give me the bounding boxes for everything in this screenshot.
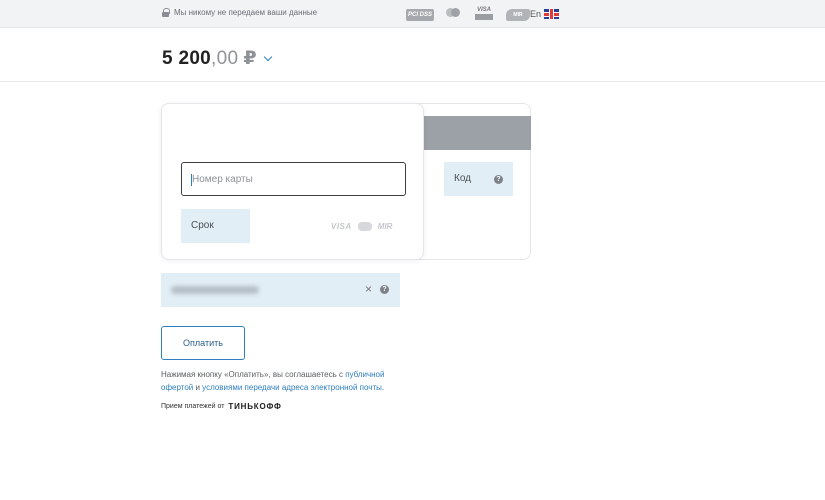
payment-amount[interactable]: 5 200 ,00 ₽ (162, 47, 272, 70)
card-number-input[interactable] (192, 163, 392, 195)
tinkoff-logo: ТИНЬКОФФ (228, 402, 282, 411)
text-caret (191, 174, 192, 186)
uk-flag-icon[interactable] (544, 9, 559, 19)
cvc-label: Код (454, 173, 472, 184)
cvc-field[interactable]: Код ? (444, 162, 513, 196)
payment-provider: Прием платежей от ТИНЬКОФФ (161, 402, 282, 411)
amount-integer: 5 200 (162, 48, 212, 69)
agreement-text-part: Нажимая кнопку «Оплатить», вы соглашаете… (161, 370, 346, 379)
mastercard-icon (357, 222, 372, 231)
expiry-field[interactable]: Срок (181, 209, 250, 243)
card-front: Срок VISA MIR (161, 103, 424, 260)
language-switch[interactable]: En (530, 9, 541, 19)
pci-dss-badge: PCI DSS (406, 9, 434, 21)
mastercard-securecode-icon (444, 7, 464, 23)
provider-label: Прием платежей от (161, 403, 225, 410)
security-badges: PCI DSS VISA MIR (406, 6, 530, 24)
agreement-text-part: и (193, 383, 203, 392)
security-note-text: Мы никому не передаем ваши данные (174, 8, 318, 17)
mir-accept-badge: MIR (506, 9, 530, 21)
expiry-label: Срок (191, 220, 214, 231)
pay-button[interactable]: Оплатить (161, 326, 245, 360)
email-terms-link[interactable]: условиями передачи адреса электронной по… (202, 383, 382, 392)
security-note: Мы никому не передаем ваши данные (162, 8, 317, 17)
header-divider (0, 81, 825, 82)
top-bar: Мы никому не передаем ваши данные PCI DS… (0, 0, 825, 28)
close-icon[interactable]: × (365, 283, 372, 295)
agreement-text: Нажимая кнопку «Оплатить», вы соглашаете… (161, 368, 401, 394)
amount-decimals: ,00 (211, 48, 239, 69)
currency-sign: ₽ (243, 48, 257, 69)
card-brands: VISA MIR (331, 222, 392, 231)
email-value-redacted (171, 286, 259, 294)
help-icon[interactable]: ? (494, 175, 503, 184)
visa-badge-text: VISA (476, 7, 491, 13)
card-number-field[interactable] (181, 162, 406, 196)
help-icon[interactable]: ? (380, 285, 389, 294)
mir-logo: MIR (377, 222, 393, 231)
visa-logo: VISA (331, 222, 352, 231)
email-field[interactable]: × ? (161, 273, 400, 307)
lock-icon (162, 8, 170, 17)
chevron-down-icon[interactable] (263, 52, 272, 62)
agreement-text-part: . (381, 383, 385, 392)
verified-by-visa-badge: VISA (474, 7, 494, 23)
